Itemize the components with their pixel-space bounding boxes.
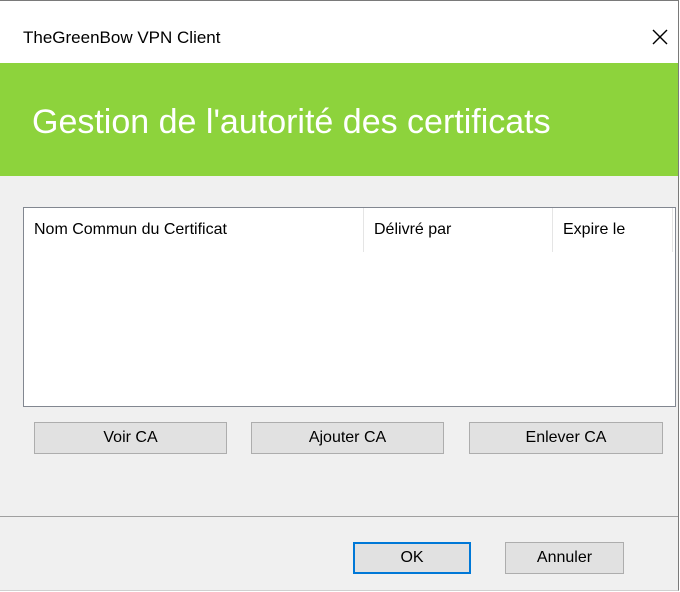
column-header-common-name[interactable]: Nom Commun du Certificat: [24, 208, 363, 252]
window-title: TheGreenBow VPN Client: [23, 28, 221, 47]
list-header: Nom Commun du Certificat Délivré par Exp…: [24, 208, 675, 252]
ok-button[interactable]: OK: [353, 542, 471, 574]
remove-ca-button[interactable]: Enlever CA: [469, 422, 663, 454]
add-ca-button[interactable]: Ajouter CA: [251, 422, 444, 454]
close-icon: [652, 29, 668, 45]
column-divider[interactable]: [672, 208, 673, 252]
page-title: Gestion de l'autorité des certificats: [32, 103, 551, 141]
header-banner: Gestion de l'autorité des certificats: [0, 63, 678, 176]
column-header-expires[interactable]: Expire le: [553, 208, 671, 252]
title-bar: TheGreenBow VPN Client: [0, 1, 678, 63]
footer-divider: [0, 516, 678, 517]
close-button[interactable]: [646, 23, 674, 51]
certificate-list[interactable]: Nom Commun du Certificat Délivré par Exp…: [23, 207, 676, 407]
view-ca-button[interactable]: Voir CA: [34, 422, 227, 454]
dialog-window: TheGreenBow VPN Client Gestion de l'auto…: [0, 0, 679, 591]
cancel-button[interactable]: Annuler: [505, 542, 624, 574]
column-header-issued-by[interactable]: Délivré par: [364, 208, 552, 252]
